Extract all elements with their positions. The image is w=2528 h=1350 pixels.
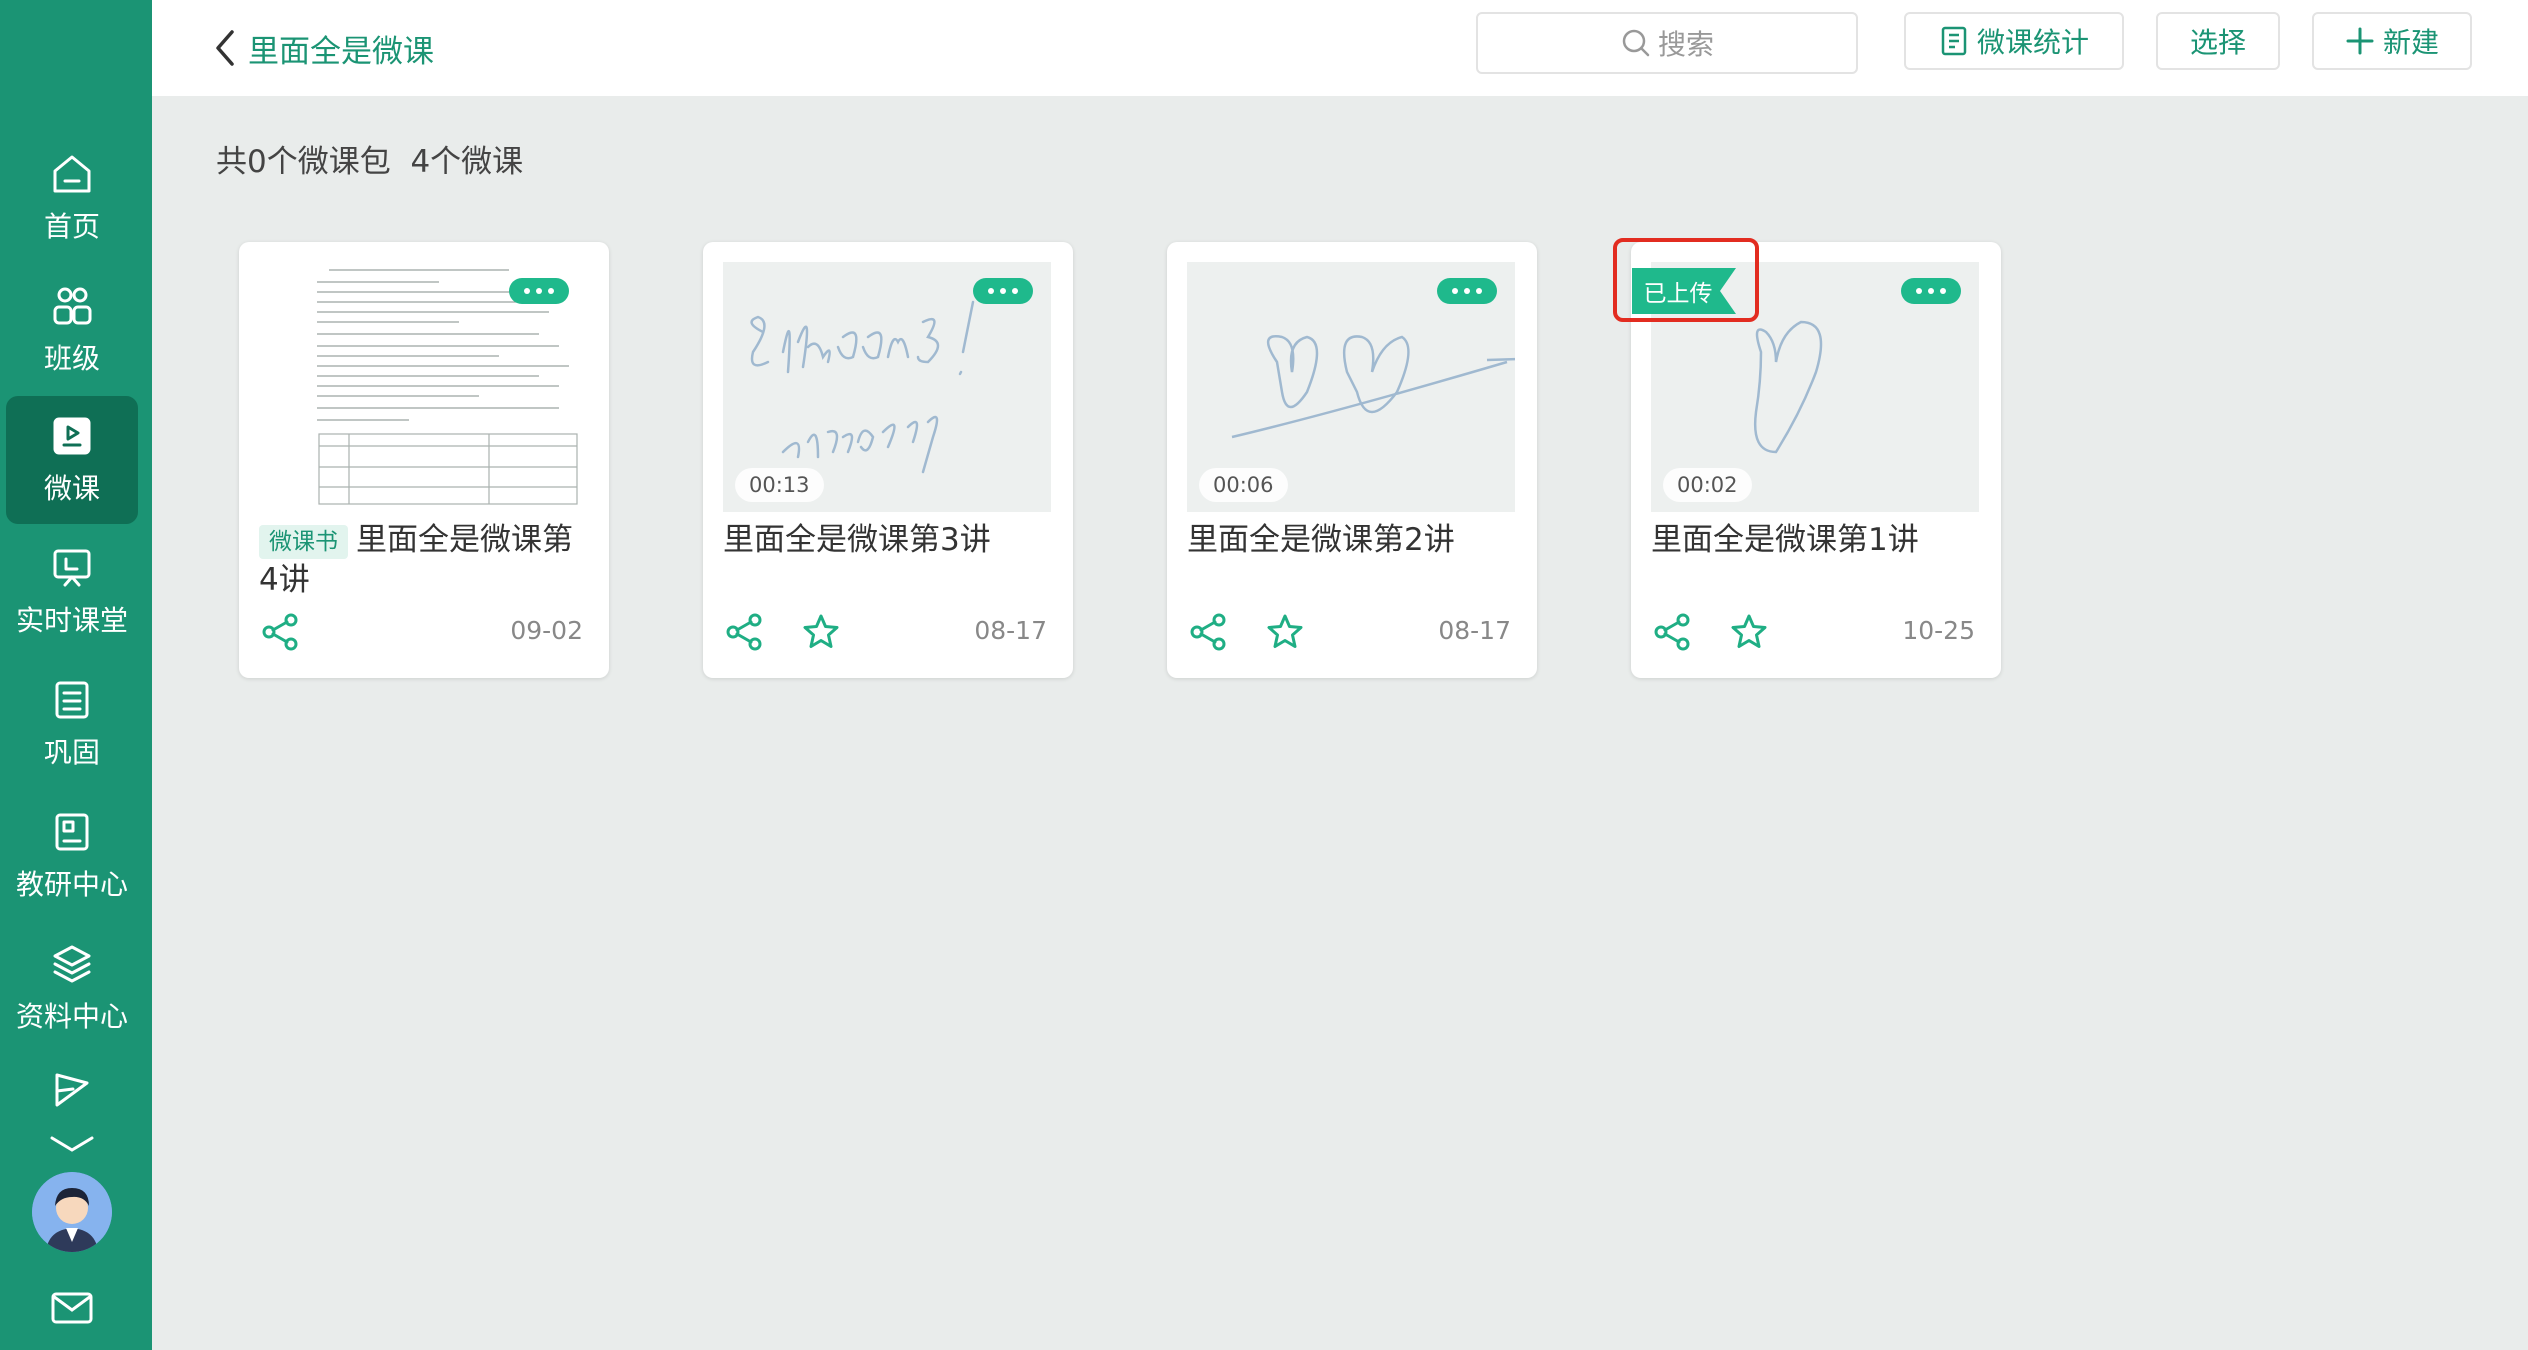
lesson-book-tag: 微课书: [259, 524, 348, 559]
class-icon: [53, 287, 92, 325]
share-icon: [262, 613, 298, 651]
share-icon: [726, 613, 762, 651]
more-options-button[interactable]: [1901, 278, 1961, 304]
sidebar-item-class[interactable]: 班级: [6, 266, 138, 394]
lesson-card[interactable]: 微课书 里面全是微课第4讲 09-02: [239, 242, 609, 678]
chevron-down-icon[interactable]: [48, 1132, 96, 1156]
sidebar-item-materials[interactable]: 资料中心: [6, 924, 138, 1052]
sidebar-item-label: 资料中心: [15, 1000, 128, 1033]
avatar[interactable]: [32, 1172, 112, 1252]
lesson-count: 4个微课: [410, 144, 524, 180]
consolidate-icon: [55, 681, 89, 719]
page-title: 里面全是微课: [248, 33, 434, 70]
sidebar-item-label: 实时课堂: [15, 604, 128, 637]
lesson-title: 里面全是微课第3讲: [723, 522, 991, 558]
stats-icon: [1941, 26, 1967, 56]
sidebar-item-label: 微课: [43, 472, 100, 505]
sidebar-item-home[interactable]: 首页: [6, 134, 138, 262]
research-icon: [55, 813, 89, 851]
search-input[interactable]: 搜索: [1476, 12, 1858, 74]
new-button-label: 新建: [2382, 26, 2439, 59]
lesson-date: 08-17: [1438, 616, 1511, 645]
sidebar-item-live-class[interactable]: 实时课堂: [6, 528, 138, 656]
sidebar-item-send[interactable]: [6, 1060, 138, 1124]
micro-lesson-icon: [53, 417, 91, 455]
share-button[interactable]: [1653, 612, 1693, 652]
new-button[interactable]: 新建: [2312, 12, 2472, 70]
share-button[interactable]: [725, 612, 765, 652]
sidebar-item-label: 巩固: [43, 736, 100, 769]
mail-icon[interactable]: [50, 1290, 94, 1326]
sidebar-item-consolidate[interactable]: 巩固: [6, 660, 138, 788]
highlight-box: [1613, 238, 1759, 322]
lesson-title: 里面全是微课第2讲: [1187, 522, 1455, 558]
lesson-card[interactable]: 00:06 里面全是微课第2讲 08-17: [1167, 242, 1537, 678]
top-bar: 里面全是微课 搜索 微课统计 选择 新建: [152, 0, 2528, 96]
sidebar-item-micro-lesson[interactable]: 微课: [6, 396, 138, 524]
sidebar-item-label: 首页: [43, 210, 100, 243]
lesson-thumbnail: 00:06: [1187, 262, 1515, 512]
more-options-button[interactable]: [1437, 278, 1497, 304]
summary-text: 共0个微课包 4个微课: [216, 136, 523, 181]
share-icon: [1190, 613, 1226, 651]
send-icon: [55, 1073, 89, 1107]
sidebar-item-label: 班级: [43, 342, 100, 375]
star-icon: [1267, 614, 1303, 648]
share-icon: [1654, 613, 1690, 651]
lesson-card[interactable]: 00:13 里面全是微课第3讲 08-17: [703, 242, 1073, 678]
lesson-thumbnail: [259, 262, 587, 512]
select-button-label: 选择: [2189, 26, 2246, 59]
lesson-date: 09-02: [510, 616, 583, 645]
star-icon: [803, 614, 839, 648]
sidebar-item-research[interactable]: 教研中心: [6, 792, 138, 920]
chevron-left-icon: [216, 30, 234, 66]
lesson-date: 10-25: [1902, 616, 1975, 645]
lesson-title: 微课书 里面全是微课第4讲: [259, 520, 589, 600]
video-duration: 00:13: [735, 468, 824, 502]
live-class-icon: [53, 549, 91, 587]
plus-icon: [2346, 27, 2374, 55]
select-button[interactable]: 选择: [2156, 12, 2280, 70]
share-button[interactable]: [261, 612, 301, 652]
sidebar: 首页 班级 微课 实时课堂 巩固 教研中心 资料中心: [0, 0, 152, 1350]
search-placeholder: 搜索: [1657, 28, 1714, 61]
lesson-title: 里面全是微课第1讲: [1651, 522, 1919, 558]
star-icon: [1731, 614, 1767, 648]
lesson-thumbnail: 00:13: [723, 262, 1051, 512]
search-icon: [1622, 29, 1650, 57]
stats-button[interactable]: 微课统计: [1904, 12, 2124, 70]
home-icon: [53, 155, 91, 193]
materials-icon: [53, 945, 91, 983]
back-button[interactable]: 里面全是微课: [212, 18, 434, 78]
stats-button-label: 微课统计: [1976, 26, 2089, 59]
favorite-button[interactable]: [1265, 612, 1305, 652]
video-duration: 00:02: [1663, 468, 1752, 502]
video-duration: 00:06: [1199, 468, 1288, 502]
sidebar-item-label: 教研中心: [15, 868, 128, 901]
more-options-button[interactable]: [973, 278, 1033, 304]
more-options-button[interactable]: [509, 278, 569, 304]
share-button[interactable]: [1189, 612, 1229, 652]
favorite-button[interactable]: [801, 612, 841, 652]
package-count: 共0个微课包: [216, 144, 391, 180]
favorite-button[interactable]: [1729, 612, 1769, 652]
lesson-date: 08-17: [974, 616, 1047, 645]
